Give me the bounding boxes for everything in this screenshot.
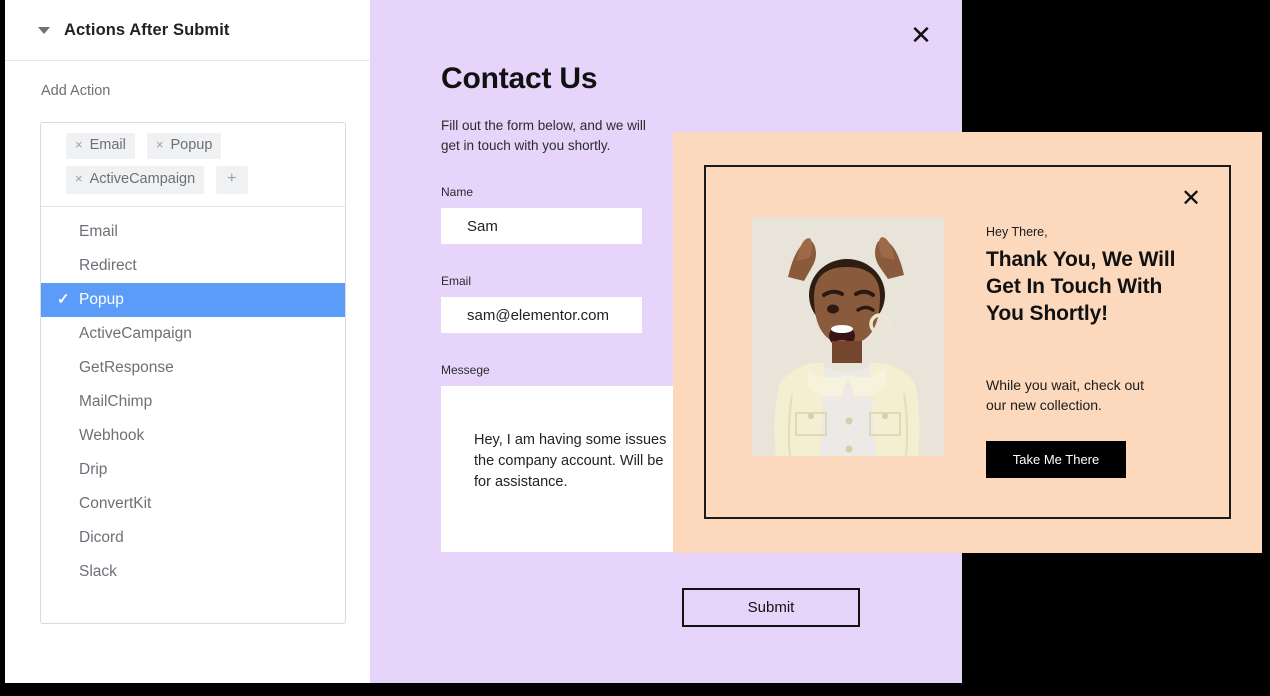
tag-label: Popup [170,137,213,153]
popup-eyebrow: Hey There, [986,225,1048,239]
email-input[interactable]: sam@elementor.com [441,297,642,334]
contact-subtitle: Fill out the form below, and we will get… [441,118,646,153]
submit-button[interactable]: Submit [682,588,860,627]
option-label: Webhook [79,426,145,444]
woman-cheering-photo [752,217,944,456]
option-label: ConvertKit [79,494,152,512]
tag-activecampaign[interactable]: × ActiveCampaign [66,165,205,194]
option-label: ActiveCampaign [79,324,192,342]
popup-heading: Thank You, We Will Get In Touch With You… [986,248,1176,325]
screen: Actions After Submit Add Action × Email … [0,0,1270,696]
option-label: Drip [79,460,108,478]
option-label: Email [79,222,118,240]
name-input[interactable]: Sam [441,208,642,245]
tag-popup[interactable]: × Popup [146,133,222,159]
remove-icon[interactable]: × [75,171,83,188]
popup-body: Hey There, Thank You, We Will Get In Tou… [706,167,1229,517]
take-me-there-button[interactable]: Take Me There [986,441,1126,479]
option-getresponse[interactable]: GetResponse [41,351,345,385]
option-dicord[interactable]: Dicord [41,521,345,555]
option-label: Slack [79,562,117,580]
option-activecampaign[interactable]: ActiveCampaign [41,317,345,351]
option-popup[interactable]: ✓ Popup [41,282,345,317]
option-label: Popup [79,290,124,308]
check-icon: ✓ [57,290,70,308]
option-label: Redirect [79,256,137,274]
popup-border-frame: ✕ Hey There, Thank You, We Will Get In T… [704,165,1231,519]
close-icon[interactable]: ✕ [904,18,938,52]
add-action-label: Add Action [41,83,111,99]
message-line: for assistance. [474,474,568,491]
remove-icon[interactable]: × [156,137,164,154]
tag-label: Email [89,137,126,153]
tag-label: ActiveCampaign [89,170,196,187]
message-input[interactable]: Hey, I am having some issues the company… [441,386,706,553]
option-mailchimp[interactable]: MailChimp [41,385,345,419]
add-tag-button[interactable]: + [216,165,248,194]
option-label: Dicord [79,528,124,546]
option-label: MailChimp [79,392,153,410]
option-drip[interactable]: Drip [41,453,345,487]
photo-illustration [752,217,944,456]
actions-after-submit-panel: Actions After Submit Add Action × Email … [5,0,374,683]
chevron-down-icon[interactable] [38,26,50,34]
option-label: GetResponse [79,358,174,376]
option-email[interactable]: Email [41,215,345,249]
contact-title: Contact Us [441,62,598,95]
page-title: Actions After Submit [64,20,230,39]
action-options-list: Email Redirect ✓ Popup ActiveCampaign Ge… [41,207,345,623]
thank-you-popup: ✕ Hey There, Thank You, We Will Get In T… [673,132,1262,553]
popup-text-block: Hey There, Thank You, We Will Get In Tou… [986,225,1203,479]
message-line: Hey, I am having some issues [474,432,667,449]
panel-header[interactable]: Actions After Submit [5,0,374,61]
option-slack[interactable]: Slack [41,555,345,589]
option-webhook[interactable]: Webhook [41,419,345,453]
option-redirect[interactable]: Redirect [41,249,345,283]
message-line: the company account. Will be [474,453,664,470]
remove-icon[interactable]: × [75,137,83,154]
tag-email[interactable]: × Email [66,133,135,159]
popup-body-text: While you wait, check out our new collec… [986,376,1144,413]
add-action-control: × Email × Popup × ActiveCampaign + Email [40,122,346,624]
selected-actions-tags[interactable]: × Email × Popup × ActiveCampaign + [41,123,345,207]
option-convertkit[interactable]: ConvertKit [41,487,345,521]
